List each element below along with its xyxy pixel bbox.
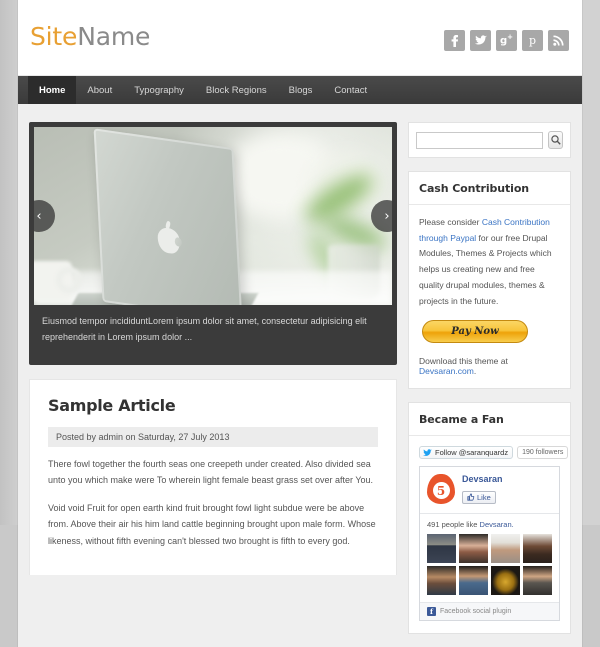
article-meta: Posted by admin on Saturday, 27 July 201… [48, 427, 378, 447]
facebook-page-name[interactable]: Devsaran [462, 474, 503, 484]
nav-item-home[interactable]: Home [28, 76, 76, 104]
twitter-bird-icon [423, 449, 432, 457]
twitter-follow-row: Follow @saranquardz 190 followers [419, 446, 560, 459]
slider-caption: Eiusmod tempor incididuntLorem ipsum dol… [34, 305, 392, 360]
facebook-plugin-footer: f Facebook social plugin [420, 602, 559, 620]
main-column: ‹ › Eiusmod tempor incididuntLorem ipsum… [29, 122, 397, 575]
social-links: g+ p [444, 30, 569, 51]
avatar[interactable] [523, 534, 552, 563]
cash-contribution-body: Please consider Cash Contribution throug… [409, 205, 570, 388]
became-a-fan-title: Became a Fan [409, 403, 570, 436]
thumbs-up-icon [467, 493, 475, 501]
slide-image: ‹ › [34, 127, 392, 305]
became-a-fan-body: Follow @saranquardz 190 followers 5 Devs… [409, 436, 570, 633]
twitter-follow-button[interactable]: Follow @saranquardz [419, 446, 513, 459]
facebook-like-label: Like [477, 493, 491, 502]
cash-contribution-text: Please consider Cash Contribution throug… [419, 215, 560, 309]
pinterest-icon[interactable]: p [522, 30, 543, 51]
search-input[interactable] [416, 132, 543, 149]
twitter-icon[interactable] [470, 30, 491, 51]
article-title: Sample Article [48, 396, 378, 415]
pay-now-button[interactable]: Pay Now [422, 320, 528, 343]
page-content: ‹ › Eiusmod tempor incididuntLorem ipsum… [18, 104, 582, 647]
download-theme-text: Download this theme at Devsaran.com. [419, 354, 560, 376]
cc-text-before: Please consider [419, 217, 482, 227]
facebook-like-button[interactable]: Like [462, 491, 496, 504]
search-icon [551, 135, 561, 145]
nav-item-typography[interactable]: Typography [123, 76, 195, 104]
facebook-friend-faces [420, 534, 559, 602]
site-header: SiteName g+ p [18, 0, 582, 76]
dl-before: Download this theme at [419, 356, 508, 366]
rss-icon[interactable] [548, 30, 569, 51]
avatar[interactable] [459, 566, 488, 595]
avatar[interactable] [427, 534, 456, 563]
twitter-followers-count[interactable]: 190 followers [517, 446, 568, 459]
article: Sample Article Posted by admin on Saturd… [29, 379, 397, 575]
avatar[interactable] [427, 566, 456, 595]
nav-item-contact[interactable]: Contact [323, 76, 378, 104]
slide-photo-laptop-desk [34, 127, 392, 305]
twitter-follow-label: Follow @saranquardz [435, 448, 508, 457]
facebook-plugin-label: Facebook social plugin [440, 608, 511, 615]
avatar[interactable] [491, 534, 520, 563]
avatar[interactable] [491, 566, 520, 595]
googleplus-icon[interactable]: g+ [496, 30, 517, 51]
cc-text-after: for our free Drupal Modules, Themes & Pr… [419, 233, 552, 306]
avatar[interactable] [523, 566, 552, 595]
cash-contribution-block: Cash Contribution Please consider Cash C… [408, 171, 571, 389]
avatar[interactable] [459, 534, 488, 563]
facebook-icon: f [427, 607, 436, 616]
cash-contribution-title: Cash Contribution [409, 172, 570, 205]
dl-after: . [474, 366, 476, 376]
nav-item-about[interactable]: About [76, 76, 123, 104]
devsaran-link[interactable]: Devsaran.com [419, 366, 474, 376]
article-paragraph: There fowl together the fourth seas one … [48, 456, 378, 489]
nav-item-block-regions[interactable]: Block Regions [195, 76, 278, 104]
drupal-droplet-icon: 5 [427, 474, 455, 504]
nav-item-blogs[interactable]: Blogs [278, 76, 324, 104]
logo-text-first: Site [30, 22, 77, 51]
sidebar: Cash Contribution Please consider Cash C… [408, 122, 571, 647]
facebook-icon[interactable] [444, 30, 465, 51]
site-wrapper: SiteName g+ p Home About Typography Bloc… [18, 0, 582, 647]
main-navigation: Home About Typography Block Regions Blog… [18, 76, 582, 104]
facebook-widget-header: 5 Devsaran Like [420, 467, 559, 514]
logo-text-second: Name [77, 22, 150, 51]
search-button[interactable] [548, 131, 563, 149]
site-logo[interactable]: SiteName [30, 22, 150, 51]
image-slider: ‹ › Eiusmod tempor incididuntLorem ipsum… [29, 122, 397, 365]
facebook-like-widget: 5 Devsaran Like 491 people l [419, 466, 560, 621]
facebook-like-count: 491 people like Devsaran. [420, 514, 559, 534]
search-block [408, 122, 571, 158]
became-a-fan-block: Became a Fan Follow @saranquardz 190 fol… [408, 402, 571, 634]
